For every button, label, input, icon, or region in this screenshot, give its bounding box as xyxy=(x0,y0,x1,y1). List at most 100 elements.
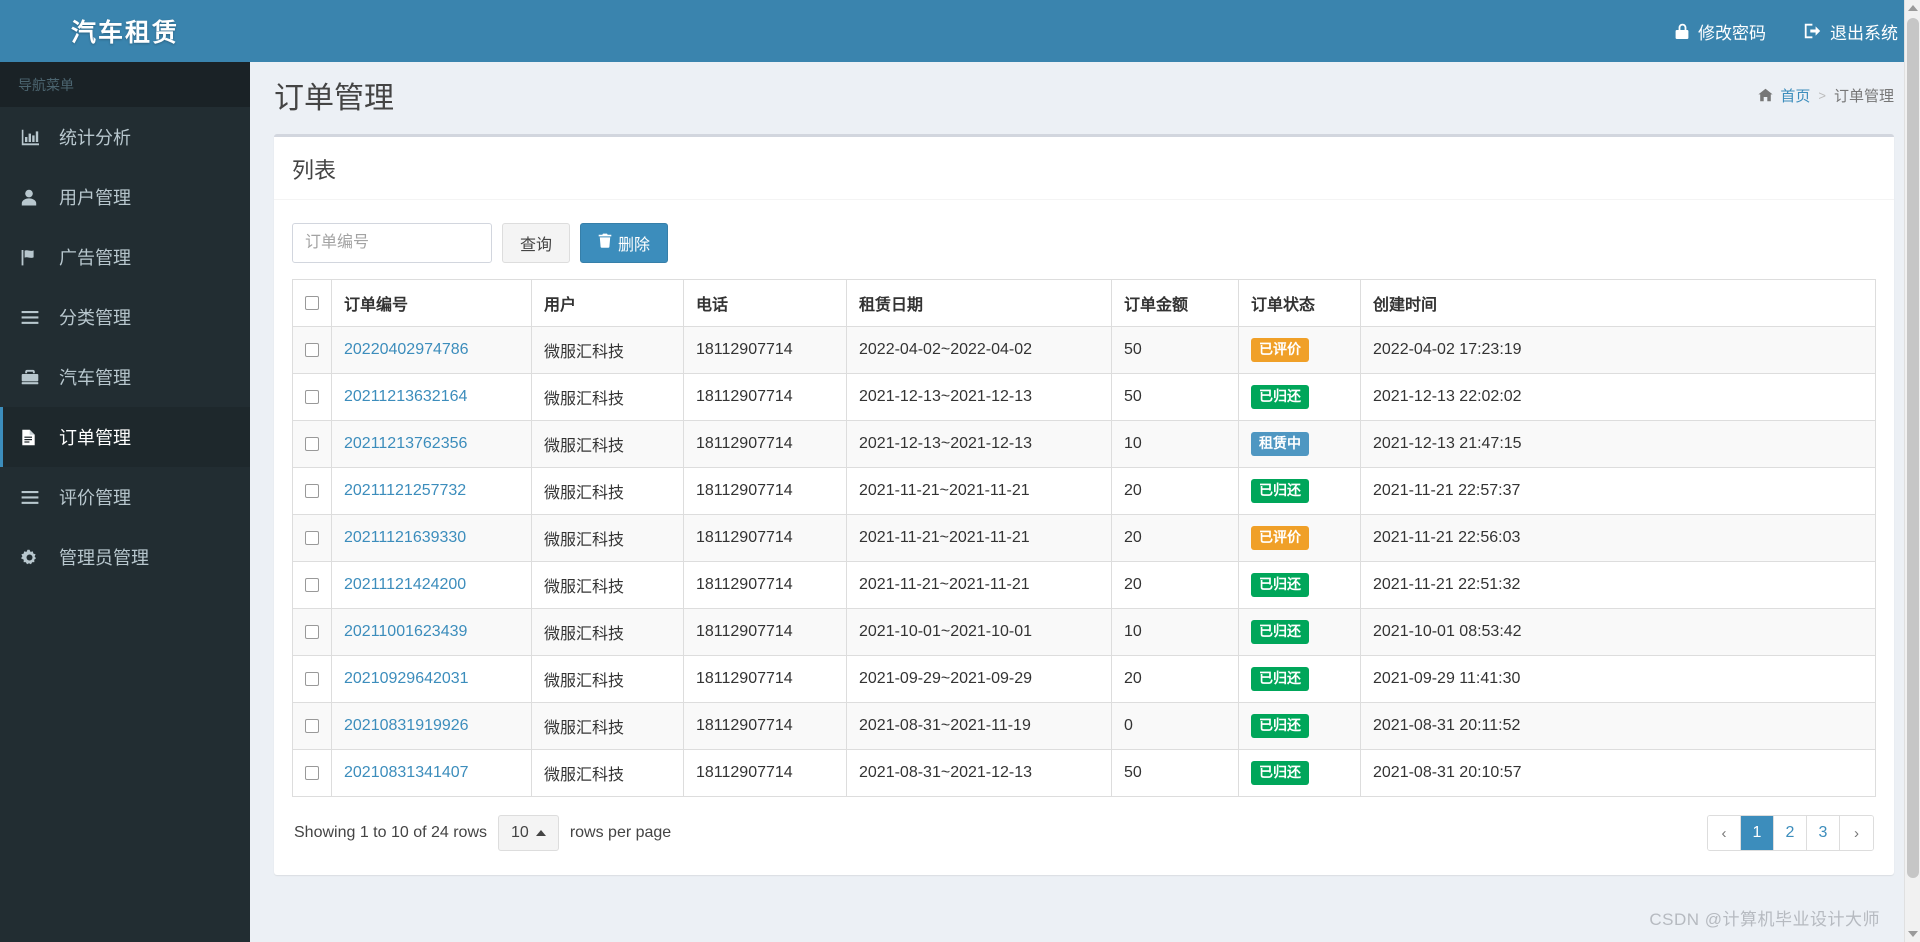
created-time-cell: 2021-10-01 08:53:42 xyxy=(1360,608,1876,656)
logout-button[interactable]: 退出系统 xyxy=(1804,19,1898,44)
user-cell: 微服汇科技 xyxy=(531,749,684,797)
row-select-cell xyxy=(292,608,332,656)
order-no-link[interactable]: 20211213762356 xyxy=(344,435,467,452)
user-cell: 微服汇科技 xyxy=(531,702,684,750)
home-icon xyxy=(1758,88,1773,102)
order-no-cell: 20211213762356 xyxy=(331,420,532,468)
showing-text: Showing 1 to 10 of 24 rows xyxy=(294,824,488,841)
order-no-cell: 20220402974786 xyxy=(331,326,532,374)
order-no-cell: 20211121257732 xyxy=(331,467,532,515)
select-all-checkbox[interactable] xyxy=(305,295,319,310)
status-cell: 已归还 xyxy=(1238,561,1361,609)
created-time-cell: 2021-12-13 21:47:15 xyxy=(1360,420,1876,468)
order-no-link[interactable]: 20211213632164 xyxy=(344,388,467,405)
table-row: 20211121639330 微服汇科技 18112907714 2021-11-21… xyxy=(292,514,1876,562)
table-row: 20211001623439 微服汇科技 18112907714 2021-10-01… xyxy=(292,608,1876,656)
rows-per-page-select[interactable]: 10 xyxy=(498,815,559,851)
sidebar-item-ads[interactable]: 广告管理 xyxy=(0,227,250,287)
order-no-cell: 20210831341407 xyxy=(331,749,532,797)
list-icon xyxy=(21,490,47,505)
row-checkbox[interactable] xyxy=(305,718,319,733)
page-next-button[interactable]: › xyxy=(1840,816,1873,850)
order-no-link[interactable]: 20211001623439 xyxy=(344,623,467,640)
table-row: 20210831341407 微服汇科技 18112907714 2021-08-31… xyxy=(292,749,1876,797)
list-icon xyxy=(21,310,47,325)
scrollbar-thumb[interactable] xyxy=(1907,18,1919,878)
row-select-cell xyxy=(292,514,332,562)
page-button[interactable]: 2 xyxy=(1774,816,1807,850)
sidebar-item-reviews[interactable]: 评价管理 xyxy=(0,467,250,527)
order-no-link[interactable]: 20211121257732 xyxy=(344,482,466,499)
rent-date-cell: 2021-11-21~2021-11-21 xyxy=(846,561,1112,609)
sidebar-item-label: 用户管理 xyxy=(59,188,131,208)
page-button[interactable]: 3 xyxy=(1807,816,1840,850)
order-no-link[interactable]: 20210929642031 xyxy=(344,670,469,687)
order-no-link[interactable]: 20211121639330 xyxy=(344,529,466,546)
delete-button-label: 删除 xyxy=(618,237,651,254)
phone-cell: 18112907714 xyxy=(683,655,847,703)
row-checkbox[interactable] xyxy=(305,342,319,357)
query-button[interactable]: 查询 xyxy=(502,223,571,263)
delete-button[interactable]: 删除 xyxy=(580,223,669,263)
query-button-label: 查询 xyxy=(520,237,553,254)
status-badge: 已评价 xyxy=(1251,338,1309,362)
sidebar-item-orders[interactable]: 订单管理 xyxy=(0,407,250,467)
scroll-down-arrow-icon[interactable] xyxy=(1908,931,1918,937)
watermark: CSDN @计算机毕业设计大师 xyxy=(1649,910,1880,929)
change-password-button[interactable]: 修改密码 xyxy=(1675,19,1766,44)
order-no-cell: 20211121639330 xyxy=(331,514,532,562)
order-no-link[interactable]: 20210831919926 xyxy=(344,717,469,734)
status-cell: 已归还 xyxy=(1238,373,1361,421)
created-time-cell: 2021-11-21 22:57:37 xyxy=(1360,467,1876,515)
brand-logo[interactable]: 汽车租赁 xyxy=(0,0,250,62)
rows-per-page-label: rows per page xyxy=(569,824,672,841)
row-checkbox[interactable] xyxy=(305,765,319,780)
sidebar-item-statistics[interactable]: 统计分析 xyxy=(0,107,250,167)
status-badge: 已归还 xyxy=(1251,385,1309,409)
row-checkbox[interactable] xyxy=(305,436,319,451)
orders-table: 订单编号 用户 电话 租赁日期 订单金额 订单状态 创建时间 20220402974786 微… xyxy=(292,279,1876,797)
status-badge: 已评价 xyxy=(1251,526,1309,550)
sidebar-item-admins[interactable]: 管理员管理 xyxy=(0,527,250,587)
page-scrollbar[interactable] xyxy=(1904,0,1920,942)
search-input[interactable] xyxy=(292,223,492,263)
pagination: ‹ 1 2 3 › xyxy=(1707,815,1874,851)
phone-cell: 18112907714 xyxy=(683,749,847,797)
order-no-link[interactable]: 20220402974786 xyxy=(344,341,469,358)
nav-section-header: 导航菜单 xyxy=(0,62,250,107)
sidebar-item-users[interactable]: 用户管理 xyxy=(0,167,250,227)
created-time-cell: 2021-08-31 20:10:57 xyxy=(1360,749,1876,797)
row-checkbox[interactable] xyxy=(305,530,319,545)
scroll-up-arrow-icon[interactable] xyxy=(1908,5,1918,11)
rent-date-cell: 2021-10-01~2021-10-01 xyxy=(846,608,1112,656)
row-checkbox[interactable] xyxy=(305,671,319,686)
trash-icon xyxy=(598,233,612,253)
breadcrumb-home[interactable]: 首页 xyxy=(1780,85,1810,106)
row-select-cell xyxy=(292,702,332,750)
row-checkbox[interactable] xyxy=(305,577,319,592)
sidebar-item-categories[interactable]: 分类管理 xyxy=(0,287,250,347)
rent-date-cell: 2021-08-31~2021-11-19 xyxy=(846,702,1112,750)
sidebar-item-label: 评价管理 xyxy=(59,488,131,508)
page-button[interactable]: 1 xyxy=(1741,816,1774,850)
sidebar-item-cars[interactable]: 汽车管理 xyxy=(0,347,250,407)
phone-cell: 18112907714 xyxy=(683,326,847,374)
status-badge: 已归还 xyxy=(1251,573,1309,597)
caret-up-icon xyxy=(535,830,546,836)
row-checkbox[interactable] xyxy=(305,483,319,498)
user-cell: 微服汇科技 xyxy=(531,467,684,515)
page-prev-button[interactable]: ‹ xyxy=(1708,816,1741,850)
table-row: 20210831919926 微服汇科技 18112907714 2021-08-31… xyxy=(292,702,1876,750)
row-checkbox[interactable] xyxy=(305,624,319,639)
sidebar-item-label: 分类管理 xyxy=(59,308,131,328)
phone-cell: 18112907714 xyxy=(683,467,847,515)
sidebar-item-label: 订单管理 xyxy=(59,428,131,448)
column-header: 订单金额 xyxy=(1111,279,1239,327)
row-checkbox[interactable] xyxy=(305,389,319,404)
order-no-link[interactable]: 20210831341407 xyxy=(344,764,469,781)
order-no-link[interactable]: 20211121424200 xyxy=(344,576,466,593)
created-time-cell: 2021-11-21 22:51:32 xyxy=(1360,561,1876,609)
amount-cell: 20 xyxy=(1111,467,1239,515)
breadcrumb-separator: > xyxy=(1818,87,1826,103)
user-cell: 微服汇科技 xyxy=(531,420,684,468)
